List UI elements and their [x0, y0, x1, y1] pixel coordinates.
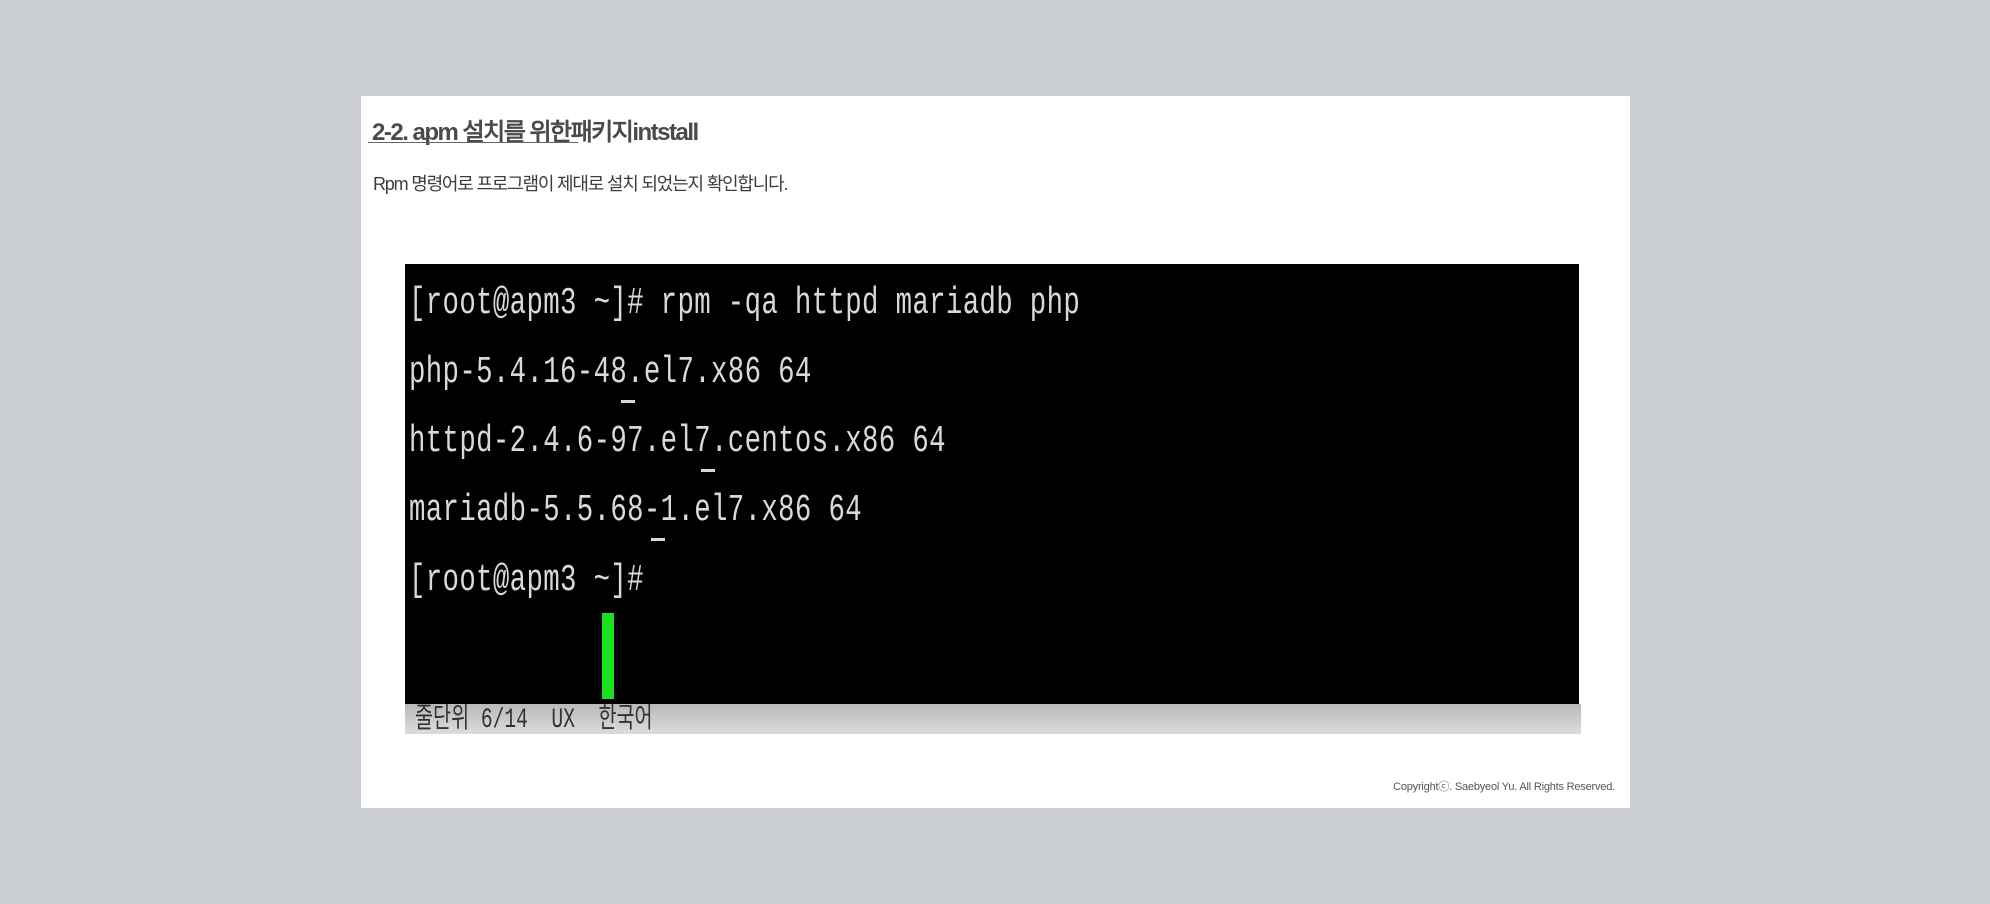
terminal-underscore-mark — [701, 469, 715, 472]
terminal-underscore-mark — [621, 400, 635, 403]
terminal-status-text: 줄단위 6/14 UX 한국어 — [415, 705, 653, 734]
terminal-line-command: [root@apm3 ~]# rpm -qa httpd mariadb php — [409, 282, 1081, 325]
terminal-line-httpd: httpd-2.4.6-97.el7.centos.x86 64 — [409, 420, 946, 463]
terminal-status-strip: 줄단위 6/14 UX 한국어 — [405, 704, 1581, 734]
copyright-notice: Copyrightⓒ. Saebyeol Yu. All Rights Rese… — [1393, 781, 1615, 793]
terminal-line-mariadb: mariadb-5.5.68-1.el7.x86 64 — [409, 489, 863, 532]
terminal-line-prompt: [root@apm3 ~]# — [409, 559, 644, 602]
title-underline — [368, 142, 578, 143]
terminal-line-php: php-5.4.16-48.el7.x86 64 — [409, 351, 812, 394]
page-subtitle: Rpm 명령어로 프로그램이 제대로 설치 되었는지 확인합니다. — [373, 174, 788, 194]
terminal-screenshot: [root@apm3 ~]# rpm -qa httpd mariadb php… — [405, 264, 1579, 704]
terminal-cursor — [602, 613, 614, 699]
terminal-underscore-mark — [651, 538, 665, 541]
slide-panel: 2-2. apm 설치를 위한패키지intstall Rpm 명령어로 프로그램… — [361, 96, 1630, 808]
